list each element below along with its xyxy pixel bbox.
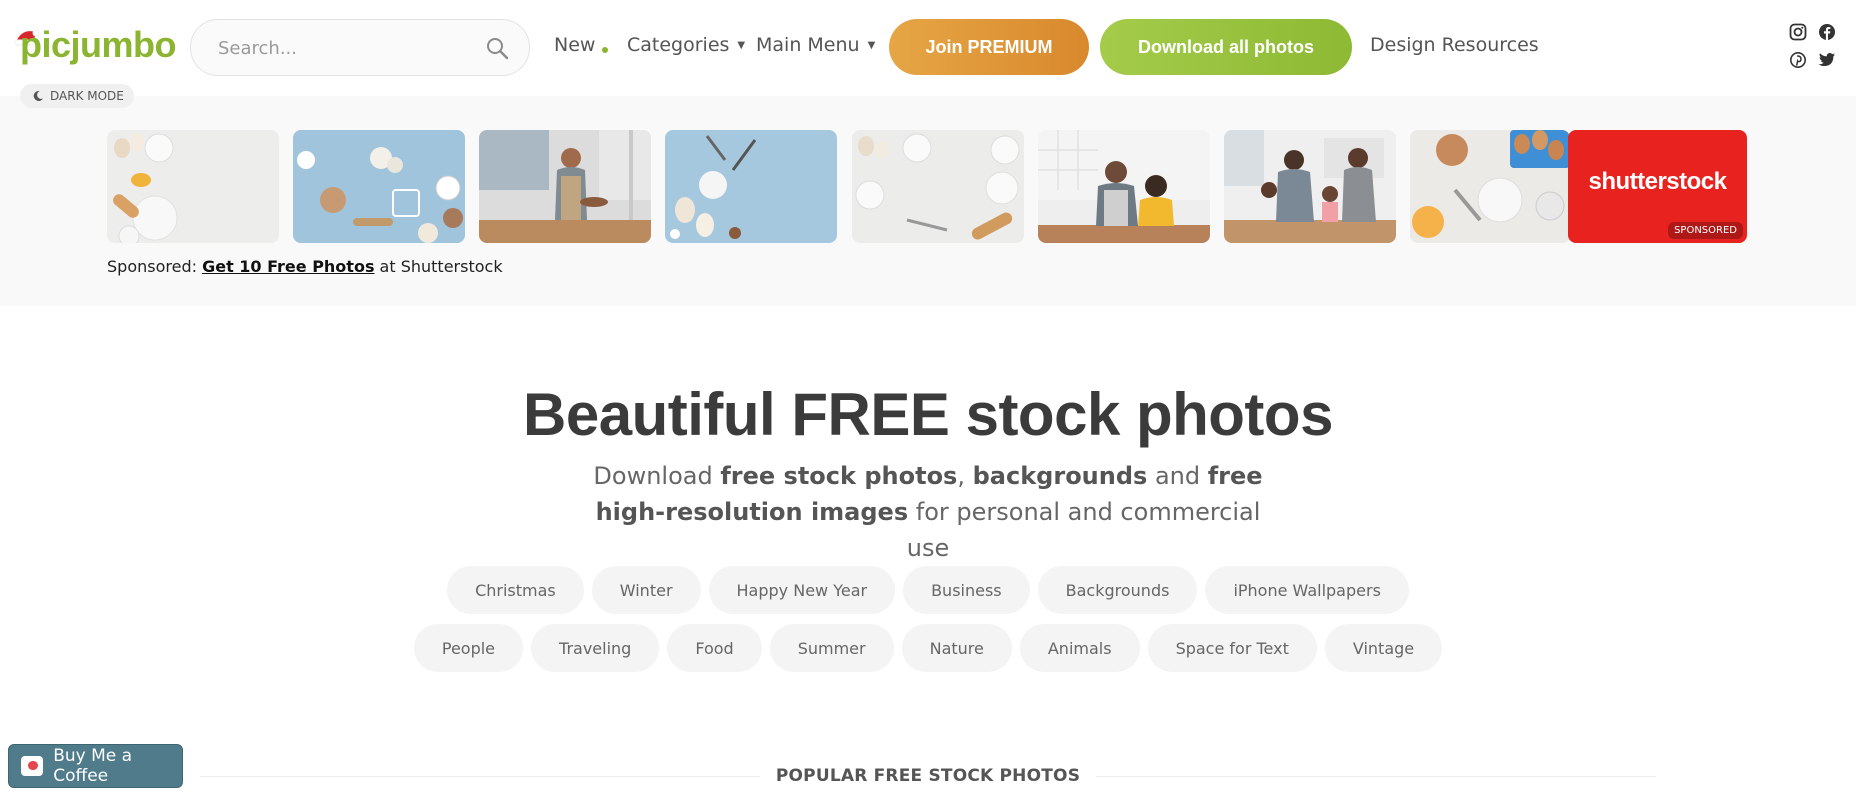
nav-main-menu[interactable]: Main Menu ▼ — [756, 34, 875, 56]
sponsored-photo[interactable] — [852, 130, 1024, 243]
popular-photos-heading: POPULAR FREE STOCK PHOTOS — [775, 766, 1081, 786]
shutterstock-logo: shutterstock — [1588, 168, 1727, 195]
tag-nature[interactable]: Nature — [901, 624, 1012, 672]
tag-winter[interactable]: Winter — [591, 566, 701, 614]
tag-summer[interactable]: Summer — [769, 624, 894, 672]
pinterest-icon[interactable] — [1790, 52, 1806, 68]
tag-backgrounds[interactable]: Backgrounds — [1037, 566, 1198, 614]
hero-subtitle: Download free stock photos, backgrounds … — [578, 458, 1278, 566]
new-indicator-dot — [602, 47, 608, 53]
nav-categories[interactable]: Categories ▼ — [627, 34, 745, 56]
logo-text: picjumbo — [20, 24, 177, 65]
coffee-cup-icon — [21, 756, 44, 776]
family-baking-together-photo — [1224, 130, 1396, 243]
get-free-photos-link[interactable]: Get 10 Free Photos — [202, 257, 374, 276]
nav-new[interactable]: New — [554, 34, 595, 56]
nav-categories-label: Categories — [627, 34, 730, 56]
tag-business[interactable]: Business — [903, 566, 1030, 614]
sponsored-caption: Sponsored: Get 10 Free Photos at Shutter… — [107, 257, 503, 276]
eggs-and-flour-photo — [1410, 130, 1570, 243]
blue-baking-flatlay-photo — [665, 130, 837, 243]
father-and-child-baking-photo — [1038, 130, 1210, 243]
search-input[interactable] — [218, 36, 478, 60]
download-all-photos-button[interactable]: Download all photos — [1100, 19, 1352, 75]
tag-vintage[interactable]: Vintage — [1324, 624, 1443, 672]
dark-mode-toggle[interactable]: DARK MODE — [20, 84, 134, 108]
sponsored-badge: SPONSORED — [1668, 222, 1743, 239]
sponsored-photo[interactable] — [1410, 130, 1570, 243]
instagram-icon[interactable] — [1789, 23, 1807, 41]
sponsored-photo[interactable] — [293, 130, 465, 243]
tag-space-for-text[interactable]: Space for Text — [1147, 624, 1317, 672]
buy-me-a-coffee-label: Buy Me a Coffee — [53, 746, 133, 786]
sponsored-photo[interactable] — [665, 130, 837, 243]
tag-animals[interactable]: Animals — [1019, 624, 1140, 672]
hero-title: Beautiful FREE stock photos — [523, 381, 1333, 448]
site-header: picjumbo New Categories ▼ Main Menu ▼ Join… — [0, 0, 1856, 108]
hero-sub-text: and — [1147, 462, 1208, 490]
tag-people[interactable]: People — [413, 624, 524, 672]
sponsored-photo[interactable] — [107, 130, 279, 243]
eggs-and-rolling-pin-photo — [107, 130, 279, 243]
shutterstock-ad-tile[interactable]: shutterstock SPONSORED — [1568, 130, 1747, 243]
hero-sub-text: Download — [593, 462, 721, 490]
nav-main-menu-label: Main Menu — [756, 34, 860, 56]
nav-design-resources[interactable]: Design Resources — [1370, 34, 1539, 56]
search-icon[interactable] — [485, 36, 509, 60]
category-tags-row: Christmas Winter Happy New Year Business… — [0, 566, 1856, 614]
tag-christmas[interactable]: Christmas — [447, 566, 584, 614]
tag-traveling[interactable]: Traveling — [531, 624, 660, 672]
hero-sub-text: , — [957, 462, 973, 490]
nav-new-label: New — [554, 34, 596, 56]
sponsored-photo[interactable] — [479, 130, 651, 243]
blue-baking-table-photo — [293, 130, 465, 243]
dark-mode-label: DARK MODE — [50, 89, 124, 103]
sponsored-photo[interactable] — [1224, 130, 1396, 243]
sponsored-photo[interactable] — [1038, 130, 1210, 243]
sponsored-suffix: at Shutterstock — [374, 257, 503, 276]
sponsored-strip: shutterstock SPONSORED Sponsored: Get 10… — [0, 96, 1856, 306]
buy-me-a-coffee-button[interactable]: Buy Me a Coffee — [8, 744, 183, 788]
hero-sub-bold: backgrounds — [972, 462, 1148, 490]
moon-icon — [33, 90, 43, 101]
search-box[interactable] — [190, 19, 530, 76]
woman-baking-in-kitchen-photo — [479, 130, 651, 243]
caret-down-icon: ▼ — [867, 40, 876, 51]
twitter-icon[interactable] — [1818, 52, 1836, 68]
tag-happy-new-year[interactable]: Happy New Year — [708, 566, 896, 614]
sponsored-prefix: Sponsored: — [107, 257, 203, 276]
white-baking-flatlay-photo — [852, 130, 1024, 243]
tag-iphone-wallpapers[interactable]: iPhone Wallpapers — [1205, 566, 1409, 614]
caret-down-icon: ▼ — [737, 40, 746, 51]
join-premium-button[interactable]: Join PREMIUM — [889, 19, 1089, 75]
category-tags-row: People Traveling Food Summer Nature Anim… — [0, 624, 1856, 672]
tag-food[interactable]: Food — [667, 624, 762, 672]
hero-sub-bold: free stock photos — [720, 462, 958, 490]
facebook-icon[interactable] — [1819, 24, 1835, 40]
picjumbo-logo[interactable]: picjumbo — [14, 22, 177, 72]
hero-sub-text: for personal and commercial use — [906, 498, 1261, 562]
